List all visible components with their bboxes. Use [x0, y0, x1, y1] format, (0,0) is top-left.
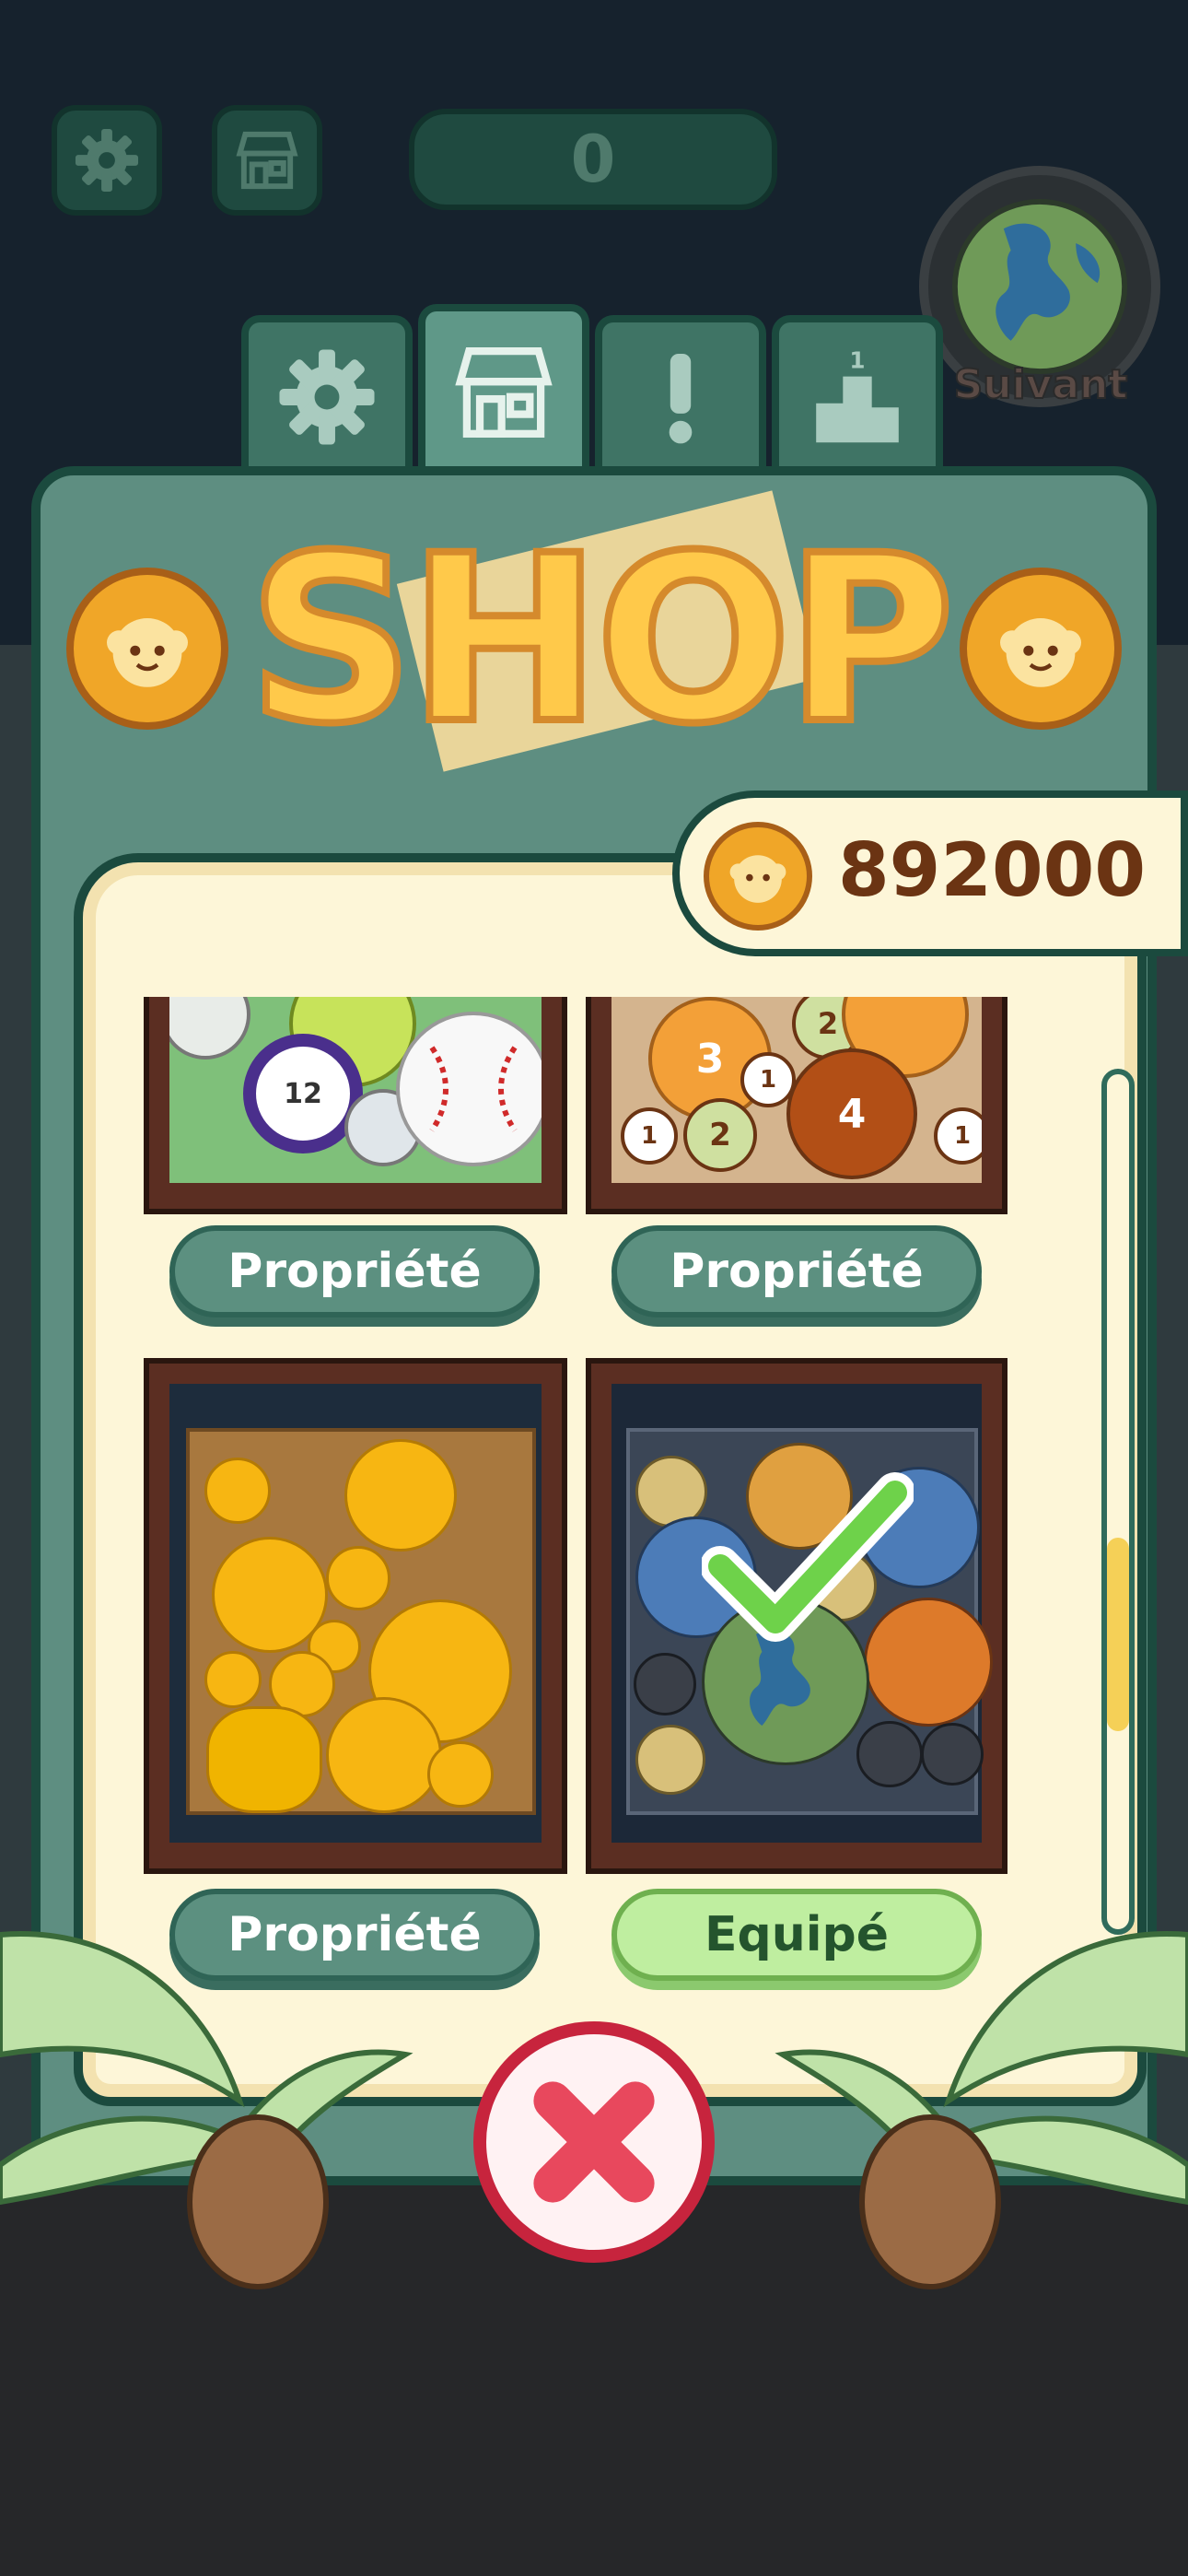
- monkey-coin-right-icon: [960, 568, 1122, 730]
- shop-title: SHOP: [244, 506, 958, 774]
- shop-item-numbers[interactable]: 3 2 4 1 2 1 1: [586, 997, 1007, 1214]
- earth-planet-icon: [951, 198, 1128, 375]
- shop-item-sports[interactable]: 12: [144, 997, 567, 1214]
- tab-settings[interactable]: [241, 315, 413, 472]
- shop-item-golden-fruits[interactable]: [144, 1358, 567, 1874]
- numbers-theme-preview: 3 2 4 1 2 1 1: [611, 997, 982, 1183]
- shop-scrollbar-thumb[interactable]: [1107, 1537, 1129, 1731]
- hud-shop-button[interactable]: [212, 105, 322, 216]
- shop-scrollbar[interactable]: [1101, 1069, 1135, 1935]
- hud-settings-button[interactable]: [52, 105, 162, 216]
- gear-icon: [279, 349, 375, 445]
- shop-icon: [236, 131, 298, 190]
- shop-icon: [455, 347, 553, 438]
- tab-shop[interactable]: [418, 304, 589, 474]
- palm-left-decoration: [0, 1931, 413, 2289]
- svg-text:1: 1: [849, 347, 865, 374]
- palm-right-decoration: [775, 1931, 1188, 2289]
- tab-alerts[interactable]: [595, 315, 766, 472]
- next-label: Suivant: [953, 360, 1129, 409]
- golden-fruits-theme-preview: [169, 1384, 542, 1843]
- item-2-status-button[interactable]: Propriété: [611, 1225, 982, 1317]
- score-display: 0: [409, 109, 777, 210]
- gear-icon: [75, 128, 139, 193]
- item-1-status-button[interactable]: Propriété: [169, 1225, 540, 1317]
- sports-theme-preview: 12: [169, 997, 542, 1183]
- close-button[interactable]: [473, 2021, 715, 2263]
- podium-icon: 1: [816, 347, 899, 443]
- balance-value: 892000: [838, 827, 1146, 913]
- baseball: [396, 1012, 542, 1166]
- check-icon: [702, 1472, 914, 1642]
- balance-coin-icon: [704, 822, 812, 931]
- monkey-coin-left-icon: [66, 568, 228, 730]
- tab-ranking[interactable]: 1: [772, 315, 943, 472]
- close-icon: [533, 2081, 655, 2203]
- exclamation-icon: [669, 353, 693, 444]
- shop-item-planets[interactable]: [586, 1358, 1007, 1874]
